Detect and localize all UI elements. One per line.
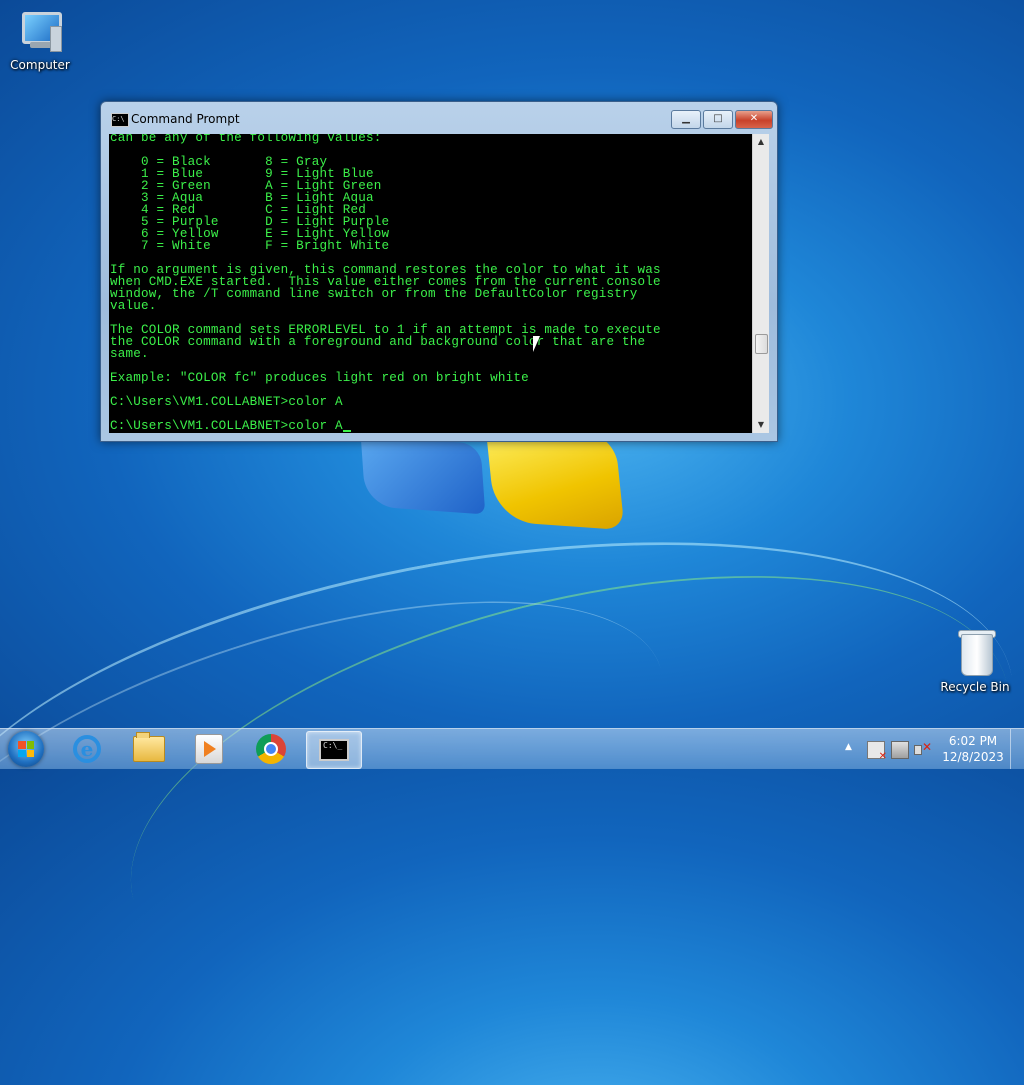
- media-player-icon: [195, 734, 223, 764]
- scroll-up-arrow-icon[interactable]: ▲: [753, 134, 769, 150]
- mouse-pointer-icon: [533, 336, 540, 352]
- console-output[interactable]: can be any of the following values: 0 = …: [109, 134, 752, 433]
- taskbar-internet-explorer[interactable]: e: [60, 731, 114, 767]
- window-title: Command Prompt: [131, 112, 240, 126]
- chrome-icon: [256, 734, 286, 764]
- windows-logo-wallpaper: [355, 424, 625, 531]
- desktop-icon-label: Recycle Bin: [940, 680, 1010, 694]
- folder-icon: [133, 732, 165, 762]
- cmd-icon: C:\: [111, 113, 129, 127]
- taskbar: e C:\_ ▲ ✕ 6:02 PM 12/8/2023: [0, 728, 1024, 769]
- start-button[interactable]: [8, 731, 44, 767]
- logo-blue-pane: [360, 435, 486, 515]
- close-button[interactable]: ✕: [735, 110, 773, 129]
- console-prompt-line: C:\Users\VM1.COLLABNET>color A: [110, 419, 343, 433]
- clock-date: 12/8/2023: [942, 750, 1004, 764]
- action-center-flag-icon[interactable]: [867, 741, 887, 762]
- clock-time: 6:02 PM: [948, 734, 998, 748]
- window-titlebar[interactable]: C:\ Command Prompt ▁ □ ✕: [101, 102, 777, 132]
- vertical-scrollbar[interactable]: ▲ ▼: [752, 134, 769, 433]
- speaker-muted-icon[interactable]: ✕: [914, 740, 932, 757]
- console-text: can be any of the following values: 0 = …: [110, 134, 661, 433]
- maximize-button[interactable]: □: [703, 110, 733, 129]
- desktop-icon-computer[interactable]: Computer: [0, 8, 80, 72]
- cmd-icon: C:\_: [319, 739, 349, 761]
- desktop-icon-recycle-bin[interactable]: Recycle Bin: [935, 630, 1015, 694]
- scroll-thumb[interactable]: [755, 334, 768, 354]
- clock[interactable]: 6:02 PM 12/8/2023: [940, 733, 1006, 765]
- taskbar-command-prompt[interactable]: C:\_: [306, 731, 362, 769]
- desktop-icon-label: Computer: [10, 58, 70, 72]
- taskbar-media-player[interactable]: [182, 731, 236, 767]
- network-icon[interactable]: [891, 741, 909, 759]
- internet-explorer-icon: e: [73, 735, 101, 763]
- taskbar-windows-explorer[interactable]: [122, 731, 176, 767]
- text-cursor: [342, 430, 351, 432]
- windows-flag-icon: [18, 741, 34, 757]
- computer-icon: [16, 8, 64, 56]
- taskbar-chrome[interactable]: [244, 731, 298, 767]
- minimize-button[interactable]: ▁: [671, 110, 701, 129]
- recycle-bin-icon: [951, 630, 999, 678]
- show-desktop-button[interactable]: [1010, 729, 1024, 769]
- command-prompt-window[interactable]: C:\ Command Prompt ▁ □ ✕ can be any of t…: [100, 101, 778, 442]
- show-hidden-icons-button[interactable]: ▲: [845, 742, 852, 752]
- scroll-down-arrow-icon[interactable]: ▼: [753, 417, 769, 433]
